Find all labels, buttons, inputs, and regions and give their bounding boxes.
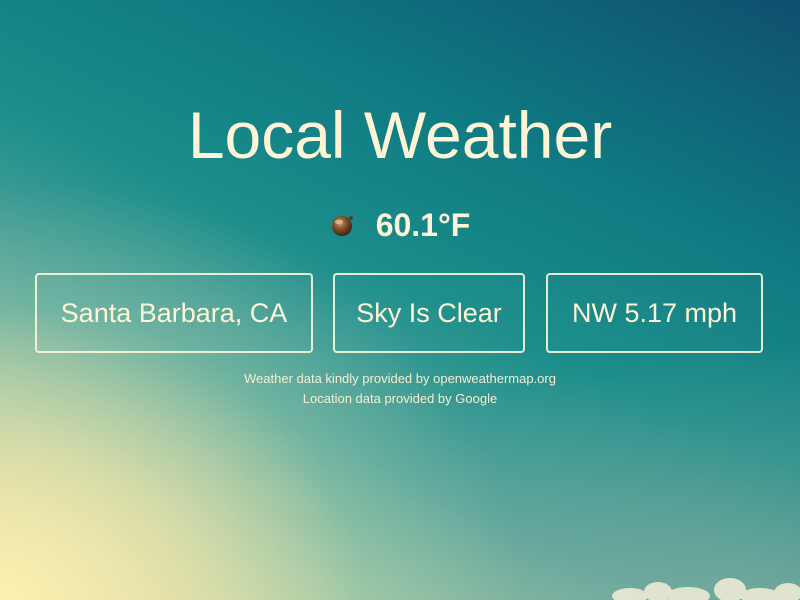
weather-credit: Weather data kindly provided by openweat… xyxy=(244,371,556,386)
wind-box: NW 5.17 mph xyxy=(546,273,763,353)
clear-sky-icon xyxy=(330,212,356,238)
clouds-decoration xyxy=(612,578,800,600)
credits: Weather data kindly provided by openweat… xyxy=(0,369,800,409)
location-credit: Location data provided by Google xyxy=(302,391,498,406)
location-box: Santa Barbara, CA xyxy=(35,273,313,353)
current-conditions: 60.1°F xyxy=(0,202,800,248)
temperature-value: 60.1°F xyxy=(375,206,471,243)
condition-box: Sky Is Clear xyxy=(333,273,525,353)
page-title: Local Weather xyxy=(187,98,613,172)
